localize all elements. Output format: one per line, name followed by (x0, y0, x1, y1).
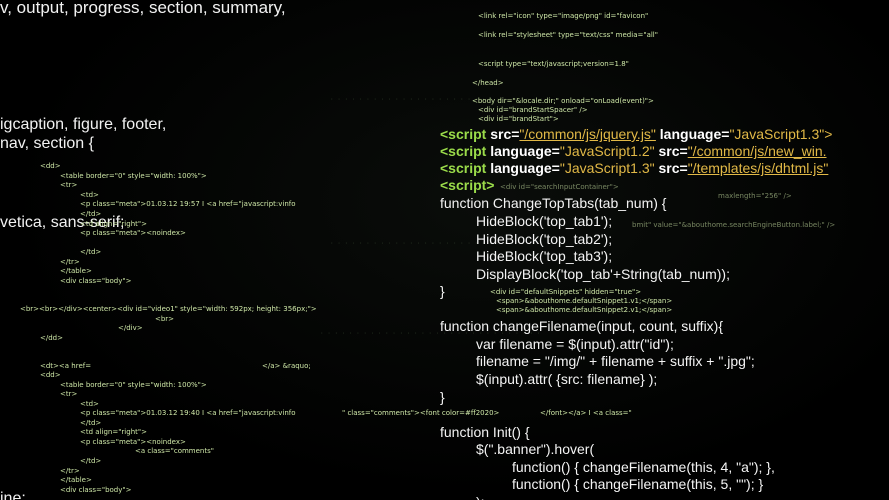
attr-name: language= (659, 126, 730, 142)
html-line: </a> &raquo; (262, 362, 311, 370)
css-line: igcaption, figure, footer, (0, 116, 167, 133)
html-line: <div class="body"> (60, 486, 132, 494)
script-tag: <script> (440, 177, 495, 193)
html-line: <body dir="&locale.dir;" onload="onLoad(… (472, 97, 654, 105)
code-line: function changeFilename(input, count, su… (440, 318, 724, 334)
script-line-3: <script language="JavaScript1.3" src="/t… (440, 160, 828, 176)
html-line: <a class="comments" (135, 447, 214, 455)
html-line: <p class="meta"><noindex> (80, 438, 186, 446)
script-tag: <script (440, 126, 487, 142)
html-line: <table border="0" style="width: 100%"> (60, 381, 207, 389)
html-line: <p class="meta">01.03.12 19:57 I <a href… (80, 200, 296, 208)
code-line: function Init() { (440, 424, 530, 440)
html-line: bmit" value="&abouthome.searchEngineButt… (632, 221, 836, 229)
html-line: <dd> (40, 162, 61, 170)
script-line-1: <script src="/common/js/jquery.js" langu… (440, 126, 832, 142)
attr-value-link[interactable]: "/common/js/new_win. (688, 143, 827, 159)
html-line: <span>&abouthome.defaultSnippet1.v1;</sp… (496, 297, 673, 305)
code-line: DisplayBlock('top_tab'+String(tab_num)); (476, 266, 730, 282)
code-line: HideBlock('top_tab2'); (476, 231, 613, 247)
html-line: </td> (80, 419, 102, 427)
html-line: <br><br></div><center><div id="video1" s… (20, 305, 317, 313)
html-line: <span>&abouthome.defaultSnippet2.v1;</sp… (496, 306, 673, 314)
code-line: HideBlock('top_tab3'); (476, 248, 613, 264)
code-screen: · · · · · · · · · · · · · · · · · · · · … (0, 0, 889, 500)
html-line: <td align="right"> (80, 220, 147, 228)
html-line: <tr> (60, 181, 78, 189)
attr-name: src= (490, 126, 520, 142)
attr-name: language= (490, 160, 560, 176)
html-line: <td align="right"> (80, 428, 147, 436)
code-line: var filename = $(input).attr("id"); (476, 336, 674, 352)
attr-value-link[interactable]: "/templates/js/dhtml.js" (688, 160, 829, 176)
html-line: </td> (80, 248, 102, 256)
attr-name: language= (490, 143, 560, 159)
script-line-2: <script language="JavaScript1.2" src="/c… (440, 143, 827, 159)
code-line: $(input).attr( {src: filename} ); (476, 371, 658, 387)
css-line: ine; (0, 490, 26, 500)
html-line: <script type="text/javascript;version=1.… (478, 60, 629, 68)
html-line: <tr> (60, 390, 78, 398)
attr-value: "JavaScript1.3" (559, 160, 655, 176)
code-line: } (440, 283, 445, 299)
code-line: function() { changeFilename(this, 5, "")… (512, 476, 764, 492)
html-line: <link rel="stylesheet" type="text/css" m… (478, 31, 658, 39)
html-line: </td> (80, 210, 102, 218)
html-line: </table> (60, 267, 92, 275)
html-line: maxlength="256" /> (718, 192, 792, 200)
html-line: </table> (60, 476, 92, 484)
html-line: <td> (80, 400, 99, 408)
html-line: <div id="brandStartSpacer" /> (478, 106, 588, 114)
script-line-4: <script> (440, 177, 494, 193)
html-line: </dd> (40, 334, 63, 342)
html-line: </head> (472, 79, 504, 87)
html-line: <table border="0" style="width: 100%"> (60, 172, 207, 180)
html-line: <div id="searchInputContainer"> (500, 183, 619, 191)
attr-value: "JavaScript1.2" (559, 143, 655, 159)
html-line: <p class="meta"><noindex> (80, 229, 186, 237)
html-line: <br> (155, 315, 175, 323)
code-line: $(".banner").hover( (476, 441, 595, 457)
html-line: <p class="meta">01.03.12 19:40 I <a href… (80, 409, 296, 417)
code-line: ); (476, 494, 485, 500)
code-line: function() { changeFilename(this, 4, "a"… (512, 459, 775, 475)
html-line: " class="comments"><font color=#ff2020> (342, 409, 500, 417)
html-line: </td> (80, 457, 102, 465)
html-line: </div> (118, 324, 143, 332)
html-line: <dd> (40, 371, 61, 379)
attr-value-link[interactable]: "/common/js/jquery.js" (519, 126, 656, 142)
css-line: v, output, progress, section, summary, (0, 0, 286, 17)
css-line: nav, section { (0, 135, 94, 152)
html-line: <dt><a href= (40, 362, 92, 370)
html-line: </tr> (60, 467, 80, 475)
attr-name: src= (658, 143, 688, 159)
attr-name: src= (658, 160, 688, 176)
html-line: <div class="body"> (60, 277, 132, 285)
html-line: <link rel="icon" type="image/png" id="fa… (478, 12, 649, 20)
code-line: filename = "/img/" + filename + suffix +… (476, 353, 755, 369)
code-line: function ChangeTopTabs(tab_num) { (440, 195, 667, 211)
html-line: <div id="brandStart"> (478, 115, 559, 123)
html-line: </tr> (60, 258, 80, 266)
script-tag: <script (440, 143, 487, 159)
attr-value: "JavaScript1.3"> (729, 126, 833, 142)
script-tag: <script (440, 160, 487, 176)
code-line: } (440, 389, 445, 405)
html-line: <div id="defaultSnippets" hidden="true"> (490, 288, 642, 296)
html-line: <td> (80, 191, 99, 199)
code-line: HideBlock('top_tab1'); (476, 213, 613, 229)
html-line: </font></a> I <a class=" (540, 409, 632, 417)
